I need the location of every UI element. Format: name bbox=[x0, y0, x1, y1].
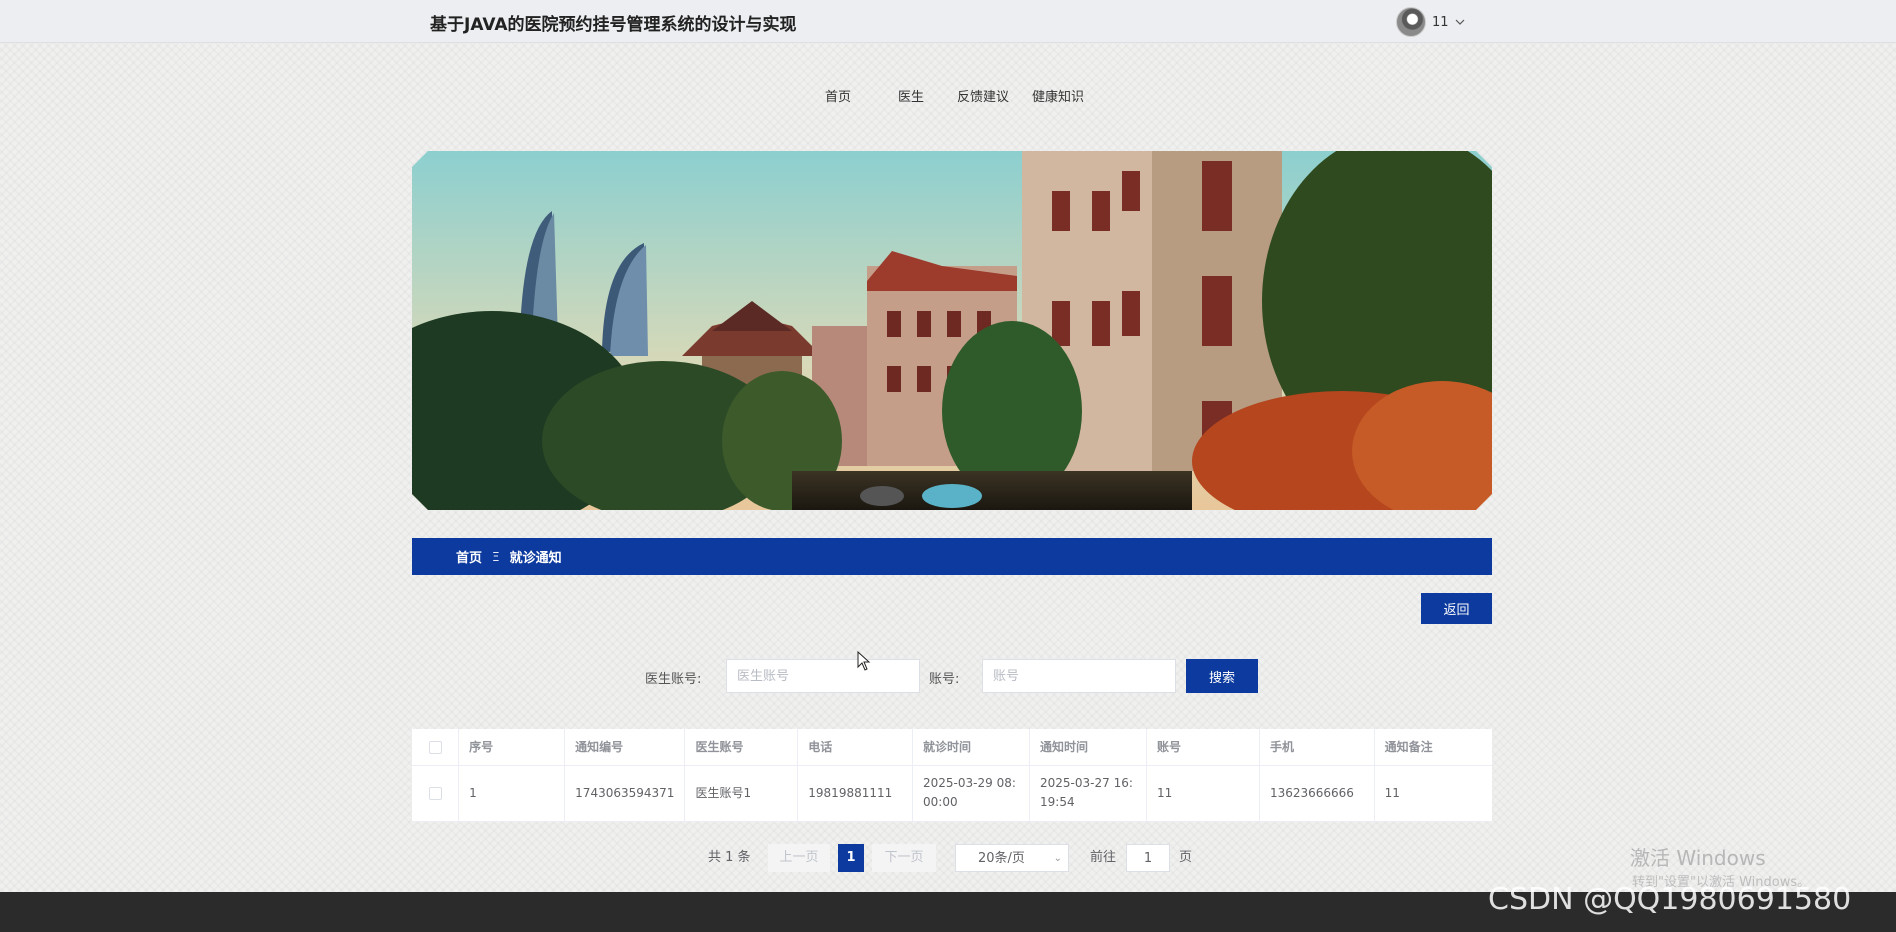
chevron-down-icon: ⌄ bbox=[1053, 853, 1062, 864]
breadcrumb: 首页 Ξ 就诊通知 bbox=[412, 538, 1492, 575]
column-header: 序号 bbox=[458, 729, 566, 766]
cell-notice-no: 1743063594371 bbox=[564, 765, 686, 822]
pagination-total: 共 1 条 bbox=[708, 850, 751, 865]
column-header: 手机 bbox=[1259, 729, 1375, 766]
avatar[interactable] bbox=[1396, 7, 1426, 37]
search-bar: 医生账号: 账号: 搜索 bbox=[0, 659, 1896, 693]
pagination: 共 1 条 上一页 1 下一页 20条/页 ⌄ 前往 1 页 bbox=[0, 844, 1896, 872]
search-button[interactable]: 搜索 bbox=[1186, 659, 1258, 693]
next-page-button[interactable]: 下一页 bbox=[872, 844, 936, 872]
prev-page-button[interactable]: 上一页 bbox=[768, 844, 830, 872]
column-header: 电话 bbox=[797, 729, 914, 766]
cell-phone: 19819881111 bbox=[797, 765, 914, 822]
nav-item-health-knowledge[interactable]: 健康知识 bbox=[1032, 86, 1084, 105]
mouse-cursor-icon bbox=[857, 651, 871, 671]
cell-notice-time: 2025-03-27 16:19:54 bbox=[1029, 765, 1148, 822]
windows-activation-title: 激活 Windows bbox=[1630, 846, 1766, 870]
goto-label: 前往 bbox=[1090, 850, 1117, 865]
select-all-checkbox[interactable] bbox=[428, 740, 442, 754]
main-nav: 首页 医生 反馈建议 健康知识 bbox=[0, 86, 1896, 108]
select-all-cell bbox=[412, 729, 460, 766]
column-header: 通知编号 bbox=[564, 729, 686, 766]
column-header: 医生账号 bbox=[684, 729, 799, 766]
account-label: 账号: bbox=[929, 672, 960, 687]
user-name[interactable]: 11 bbox=[1432, 15, 1449, 30]
site-title: 基于JAVA的医院预约挂号管理系统的设计与实现 bbox=[430, 15, 797, 35]
cell-remark: 11 bbox=[1374, 765, 1492, 822]
breadcrumb-current: 就诊通知 bbox=[509, 551, 562, 566]
account-input[interactable] bbox=[982, 659, 1176, 693]
row-select-cell bbox=[412, 765, 460, 822]
breadcrumb-home[interactable]: 首页 bbox=[456, 547, 482, 566]
breadcrumb-separator-icon: Ξ bbox=[492, 549, 500, 564]
cell-visit-time: 2025-03-29 08:00:00 bbox=[912, 765, 1031, 822]
column-header: 账号 bbox=[1146, 729, 1260, 766]
visit-time-text: 2025-03-29 08:00:00 bbox=[923, 776, 1016, 809]
column-header: 就诊时间 bbox=[912, 729, 1031, 766]
chevron-down-icon[interactable] bbox=[1455, 17, 1465, 27]
user-menu[interactable]: 11 bbox=[1396, 7, 1465, 37]
banner-image bbox=[412, 151, 1492, 510]
cell-mobile: 13623666666 bbox=[1259, 765, 1375, 822]
csdn-watermark: CSDN @QQ1980691580 bbox=[1488, 882, 1852, 917]
return-button[interactable]: 返回 bbox=[1421, 593, 1492, 624]
top-header: 基于JAVA的医院预约挂号管理系统的设计与实现 11 bbox=[0, 0, 1896, 43]
notice-table: 序号 通知编号 医生账号 电话 就诊时间 通知时间 账号 手机 通知备注 1 1… bbox=[412, 729, 1492, 822]
doctor-account-label: 医生账号: bbox=[645, 672, 702, 687]
nav-item-home[interactable]: 首页 bbox=[825, 86, 851, 105]
goto-page-input[interactable]: 1 bbox=[1126, 844, 1170, 872]
column-header: 通知备注 bbox=[1374, 729, 1492, 766]
nav-item-doctor[interactable]: 医生 bbox=[898, 86, 924, 105]
page-size-value: 20条/页 bbox=[978, 851, 1025, 866]
page-number-1[interactable]: 1 bbox=[838, 844, 864, 872]
cell-account: 11 bbox=[1146, 765, 1260, 822]
page-size-select[interactable]: 20条/页 ⌄ bbox=[955, 844, 1069, 872]
table-header-row: 序号 通知编号 医生账号 电话 就诊时间 通知时间 账号 手机 通知备注 bbox=[412, 729, 1492, 766]
doctor-account-input[interactable] bbox=[726, 659, 920, 693]
notice-time-text: 2025-03-27 16:19:54 bbox=[1040, 776, 1133, 809]
cell-index: 1 bbox=[458, 765, 566, 822]
page-suffix: 页 bbox=[1179, 850, 1193, 865]
column-header: 通知时间 bbox=[1029, 729, 1148, 766]
row-checkbox[interactable] bbox=[428, 786, 442, 800]
table-row[interactable]: 1 1743063594371 医生账号1 19819881111 2025-0… bbox=[412, 765, 1492, 822]
cell-doctor-account: 医生账号1 bbox=[684, 765, 799, 822]
nav-item-feedback[interactable]: 反馈建议 bbox=[957, 86, 1009, 105]
